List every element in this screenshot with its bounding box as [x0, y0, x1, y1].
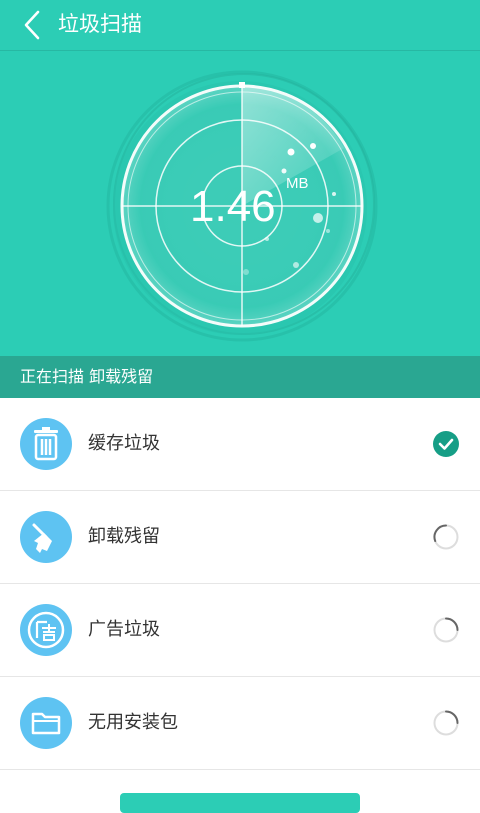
ad-icon	[20, 604, 72, 656]
scan-panel: 垃圾扫描 1.46 MB	[0, 0, 480, 356]
spinner-icon	[433, 524, 459, 550]
category-row-ad-junk[interactable]: 广告垃圾	[0, 584, 480, 677]
bottom-action-button[interactable]	[120, 793, 360, 813]
check-icon	[433, 431, 459, 457]
spinner-icon	[433, 617, 459, 643]
header-bar: 垃圾扫描	[0, 0, 480, 51]
spinner-icon	[433, 710, 459, 736]
category-label: 无用安装包	[88, 712, 178, 733]
category-label: 缓存垃圾	[88, 433, 160, 454]
broom-icon	[20, 511, 72, 563]
folder-icon	[20, 697, 72, 749]
scan-size-readout: 1.46 MB	[190, 175, 340, 240]
category-row-useless-apk[interactable]: 无用安装包	[0, 677, 480, 770]
category-label: 卸载残留	[88, 526, 160, 547]
category-label: 广告垃圾	[88, 619, 160, 640]
category-row-uninstall-residue[interactable]: 卸载残留	[0, 491, 480, 584]
page-title: 垃圾扫描	[58, 12, 142, 36]
scan-size-value: 1.46	[190, 182, 276, 231]
category-row-cache[interactable]: 缓存垃圾	[0, 398, 480, 491]
scan-status-bar: 正在扫描 卸载残留	[0, 356, 480, 398]
scan-category-list: 缓存垃圾 卸载残留 广告垃圾 无用安装包	[0, 398, 480, 770]
scan-status-text: 正在扫描 卸载残留	[20, 367, 154, 386]
trash-icon	[20, 418, 72, 470]
back-button[interactable]	[16, 7, 50, 43]
back-arrow-icon	[24, 10, 40, 40]
scan-size-unit: MB	[286, 175, 309, 192]
